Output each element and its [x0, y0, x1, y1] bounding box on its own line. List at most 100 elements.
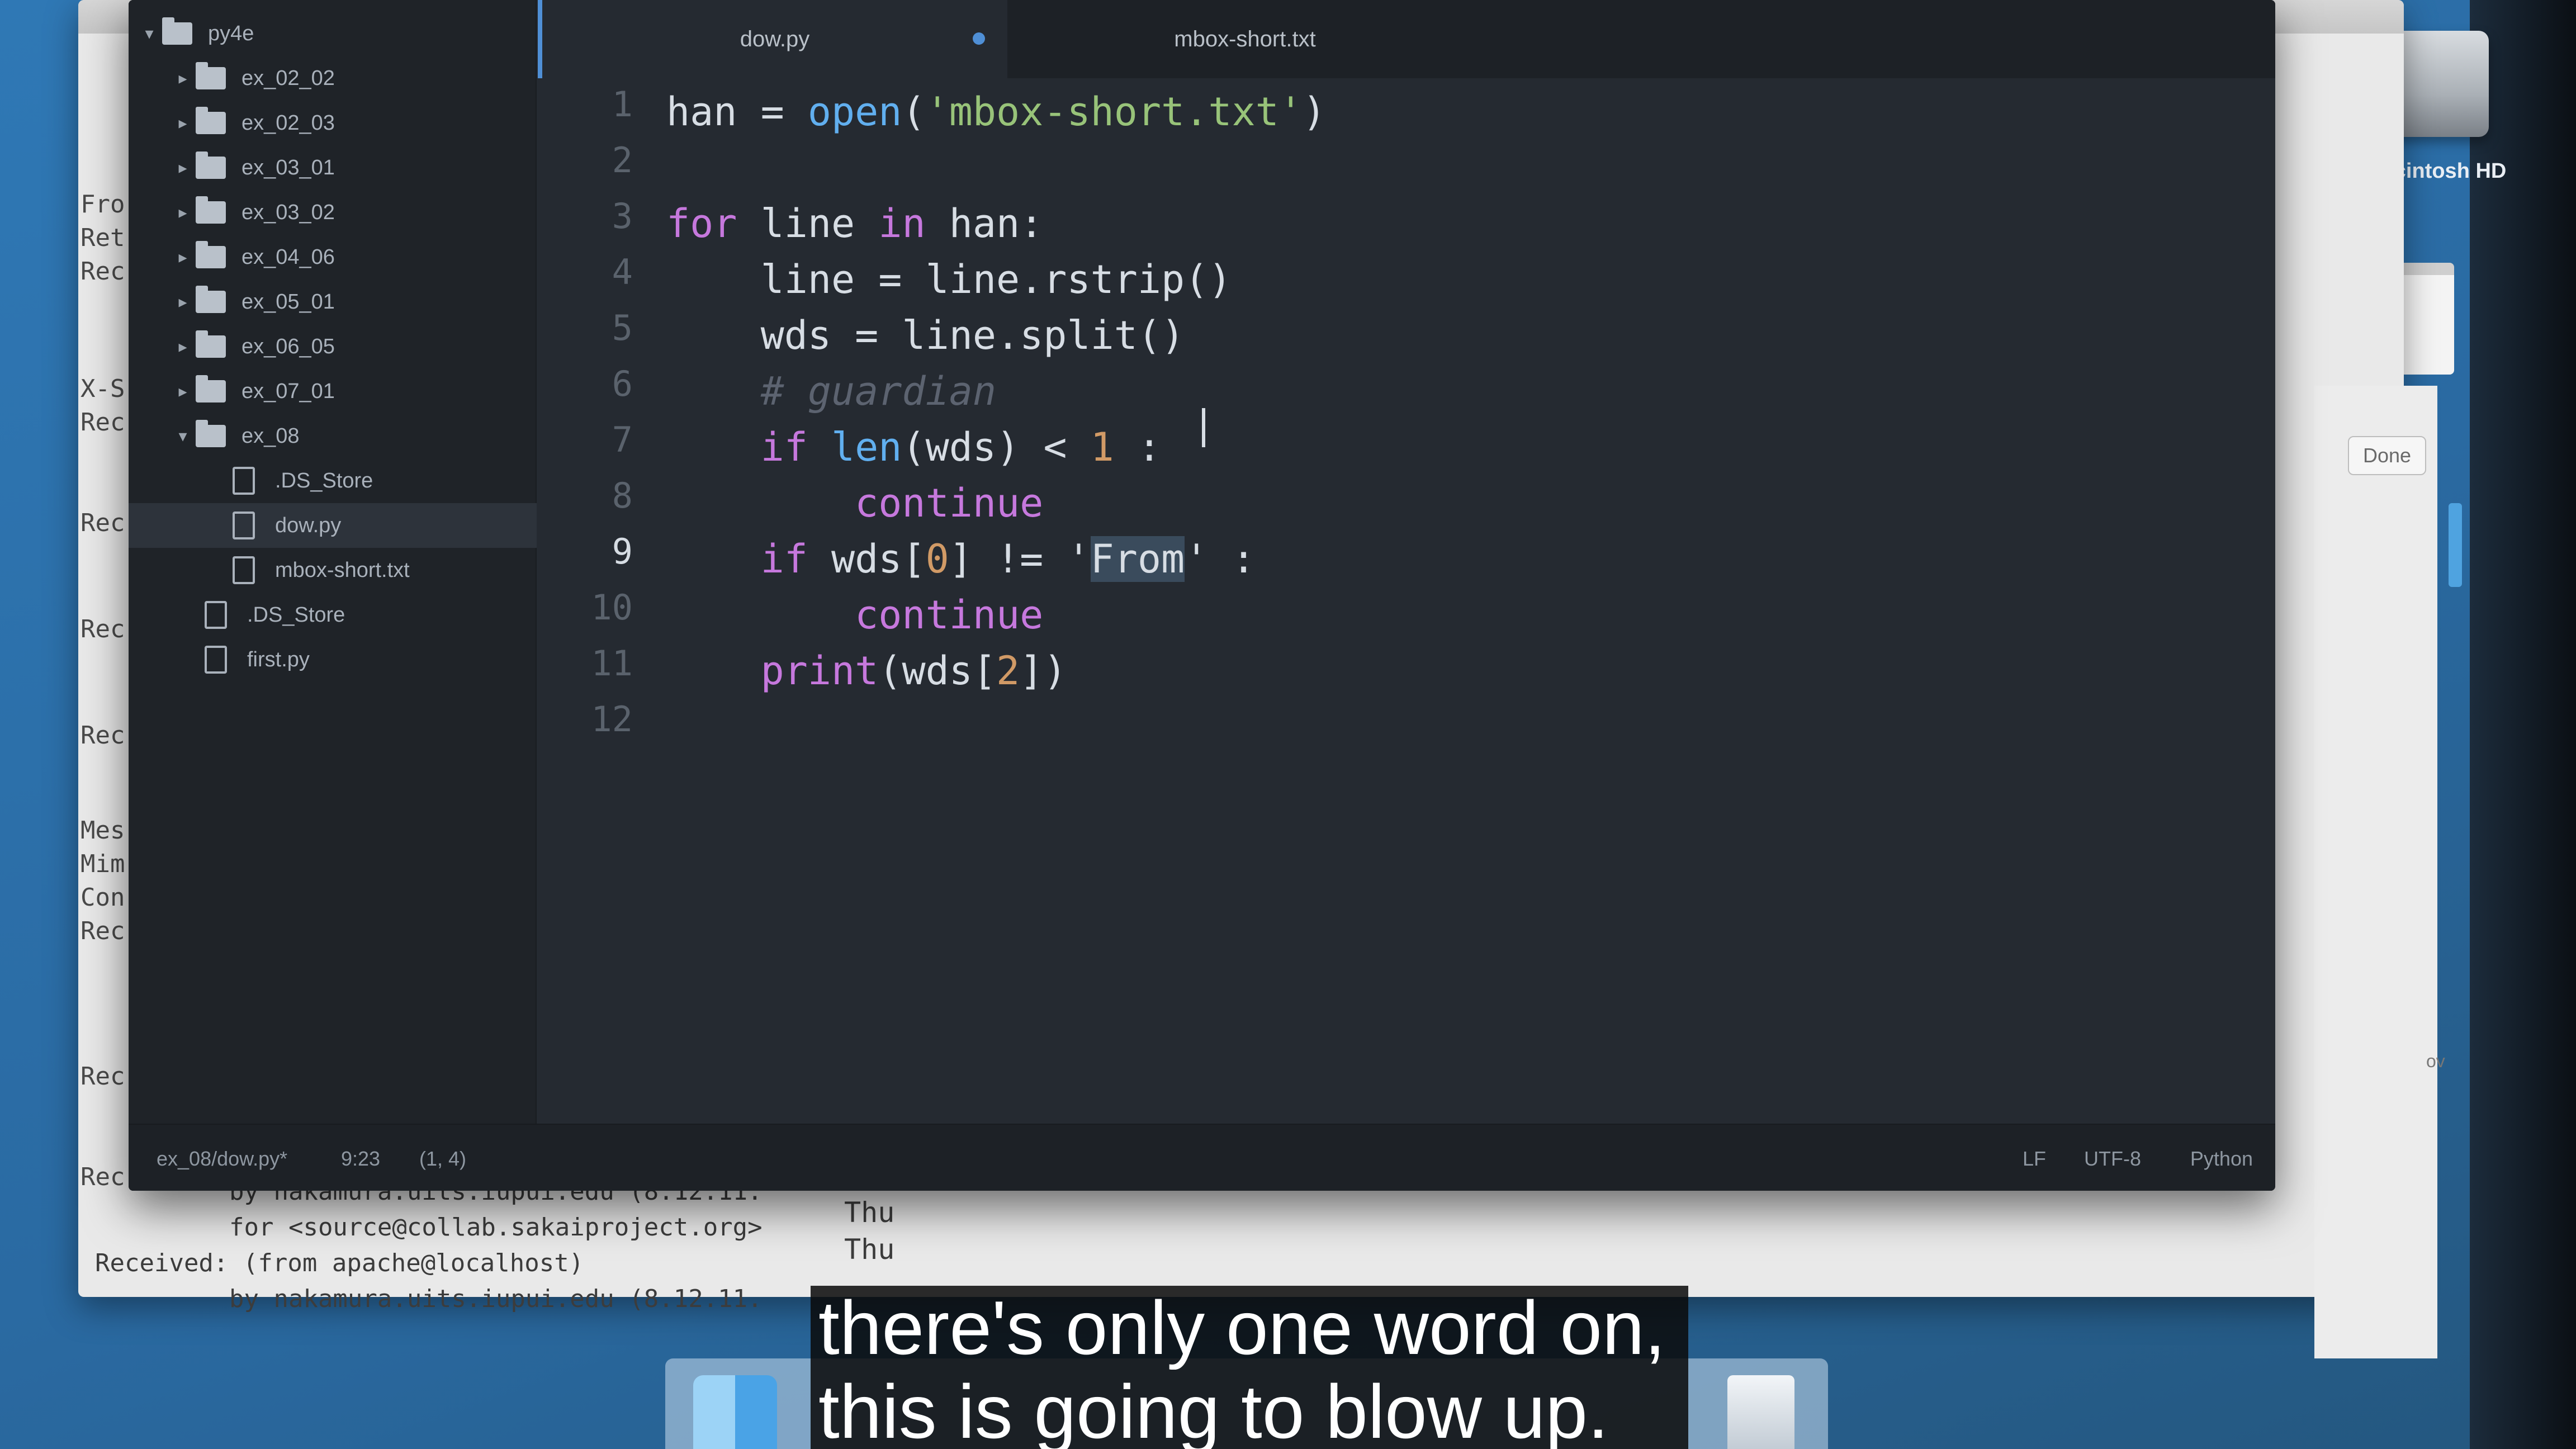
tree-folder-open[interactable]: ▾ ex_08: [173, 414, 300, 458]
code-token: 'mbox-short.txt': [925, 89, 1303, 135]
code-token: line = line.rstrip(): [666, 257, 1232, 302]
code-line[interactable]: han = open('mbox-short.txt'): [666, 84, 1326, 140]
unsaved-dot-icon: [973, 32, 985, 45]
background-side-panel: [2314, 386, 2437, 1358]
chevron-down-icon: ▾: [178, 427, 187, 446]
trash-icon[interactable]: [1727, 1375, 1794, 1449]
file-icon: [233, 512, 255, 539]
tree-folder[interactable]: ▸ ex_07_01: [173, 369, 335, 414]
code-line[interactable]: line = line.rstrip(): [666, 252, 1232, 307]
tree-item-label: ex_03_01: [242, 155, 335, 179]
terminal-fragment: X-S: [80, 375, 125, 403]
tree-folder[interactable]: ▸ ex_03_01: [173, 145, 335, 190]
code-token: ' :: [1185, 536, 1256, 582]
status-line-ending[interactable]: LF: [2023, 1147, 2046, 1171]
code-area[interactable]: han = open('mbox-short.txt') for line in …: [666, 78, 2275, 1124]
tree-file[interactable]: first.py: [201, 637, 310, 682]
line-number: 10: [591, 587, 633, 628]
code-line[interactable]: continue: [666, 475, 1043, 531]
terminal-date: Thu: [844, 1233, 895, 1266]
tab-label: mbox-short.txt: [1174, 26, 1316, 51]
status-cursor-position[interactable]: 9:23: [341, 1147, 380, 1171]
tree-root-folder[interactable]: ▾ py4e: [140, 11, 254, 56]
terminal-fragment: Rec: [80, 1062, 125, 1091]
terminal-fragment: Mes: [80, 816, 125, 845]
tree-folder[interactable]: ▸ ex_04_06: [173, 235, 335, 280]
code-token: (: [902, 89, 926, 135]
chevron-right-icon: ▸: [178, 382, 187, 401]
tree-folder[interactable]: ▸ ex_05_01: [173, 280, 335, 324]
screen-bezel: [2470, 0, 2576, 1449]
folder-icon: [196, 420, 226, 447]
tree-folder[interactable]: ▸ ex_02_03: [173, 101, 335, 145]
tree-folder[interactable]: ▸ ex_06_05: [173, 324, 335, 369]
code-token: continue: [666, 592, 1044, 638]
chevron-right-icon: ▸: [178, 158, 187, 177]
terminal-fragment: Rec: [80, 257, 125, 286]
code-token: ] != ': [949, 536, 1091, 582]
tree-item-label: first.py: [247, 647, 310, 671]
panel-text-fragment: ov: [2426, 1051, 2445, 1071]
code-line[interactable]: if wds[0] != 'From' :: [666, 531, 1256, 587]
terminal-fragment: Rec: [80, 917, 125, 945]
code-line[interactable]: for line in han:: [666, 196, 1043, 252]
terminal-fragment: Rec: [80, 721, 125, 750]
tree-item-label: ex_03_02: [242, 200, 335, 224]
caption-line-1: there's only one word on,: [811, 1286, 1688, 1370]
code-line[interactable]: continue: [666, 587, 1043, 643]
tab-dow-py[interactable]: dow.py: [538, 0, 1007, 78]
folder-icon: [196, 286, 226, 313]
terminal-fragment: Rec: [80, 509, 125, 537]
status-encoding[interactable]: UTF-8: [2084, 1147, 2141, 1171]
caption-line-2: this is going to blow up.: [811, 1370, 1688, 1449]
code-token: 0: [925, 536, 949, 582]
tree-file[interactable]: dow.py: [129, 503, 537, 548]
tree-item-label: ex_06_05: [242, 334, 335, 358]
tree-folder[interactable]: ▸ ex_03_02: [173, 190, 335, 235]
tree-file[interactable]: .DS_Store: [229, 458, 373, 503]
terminal-fragment: Rec: [80, 408, 125, 437]
code-line[interactable]: if len(wds) < 1 :: [666, 419, 1162, 475]
chevron-right-icon: ▸: [178, 292, 187, 311]
code-token: if: [666, 424, 832, 470]
status-selection: (1, 4): [419, 1147, 467, 1170]
finder-icon[interactable]: [693, 1375, 777, 1449]
tree-item-label: py4e: [208, 21, 254, 45]
status-file-path[interactable]: ex_08/dow.py*: [157, 1147, 287, 1171]
tree-file[interactable]: mbox-short.txt: [229, 548, 410, 593]
tree-item-label: ex_02_03: [242, 111, 335, 135]
code-line[interactable]: wds = line.split(): [666, 307, 1185, 363]
file-icon: [233, 467, 255, 495]
line-number-gutter: 1 2 3 4 5 6 7 8 9 10 11 12: [538, 78, 666, 1124]
done-button[interactable]: Done: [2348, 436, 2426, 475]
editor-tab-bar: dow.py mbox-short.txt: [538, 0, 2275, 78]
code-token: print: [666, 648, 879, 694]
code-token: han:: [925, 201, 1044, 247]
file-icon: [205, 646, 227, 674]
line-number: 1: [612, 84, 633, 125]
line-number: 8: [612, 475, 633, 516]
code-token: han =: [666, 89, 808, 135]
tree-item-label: ex_08: [242, 424, 300, 448]
chevron-right-icon: ▸: [178, 69, 187, 88]
line-number: 11: [591, 643, 633, 684]
folder-icon: [196, 375, 226, 402]
file-tree-panel[interactable]: ▾ py4e ▸ ex_02_02 ▸ ex_02_03 ▸ ex_03_01 ▸ ex_03_0…: [129, 0, 537, 1124]
code-editor-window[interactable]: ▾ py4e ▸ ex_02_02 ▸ ex_02_03 ▸ ex_03_01 ▸ ex_03_0…: [129, 0, 2275, 1191]
chevron-right-icon: ▸: [178, 248, 187, 267]
status-grammar[interactable]: Python: [2190, 1147, 2253, 1171]
tree-item-label: .DS_Store: [275, 468, 373, 493]
code-token: wds[: [807, 536, 926, 582]
tab-mbox-short-txt[interactable]: mbox-short.txt: [1007, 0, 1483, 78]
code-token: len: [831, 424, 902, 470]
tree-file[interactable]: .DS_Store: [201, 593, 345, 637]
terminal-line: Received: (from apache@localhost): [95, 1249, 584, 1277]
chevron-right-icon: ▸: [178, 203, 187, 222]
code-line[interactable]: print(wds[2]): [666, 643, 1067, 699]
code-token: From: [1090, 536, 1185, 582]
code-line[interactable]: # guardian: [666, 363, 996, 419]
tree-folder[interactable]: ▸ ex_02_02: [173, 56, 335, 101]
status-bar: ex_08/dow.py* 9:23 (1, 4) LF UTF-8 Pytho…: [129, 1124, 2275, 1191]
code-token: open: [807, 89, 902, 135]
terminal-line: for <source@collab.sakaiproject.org>: [229, 1213, 763, 1242]
